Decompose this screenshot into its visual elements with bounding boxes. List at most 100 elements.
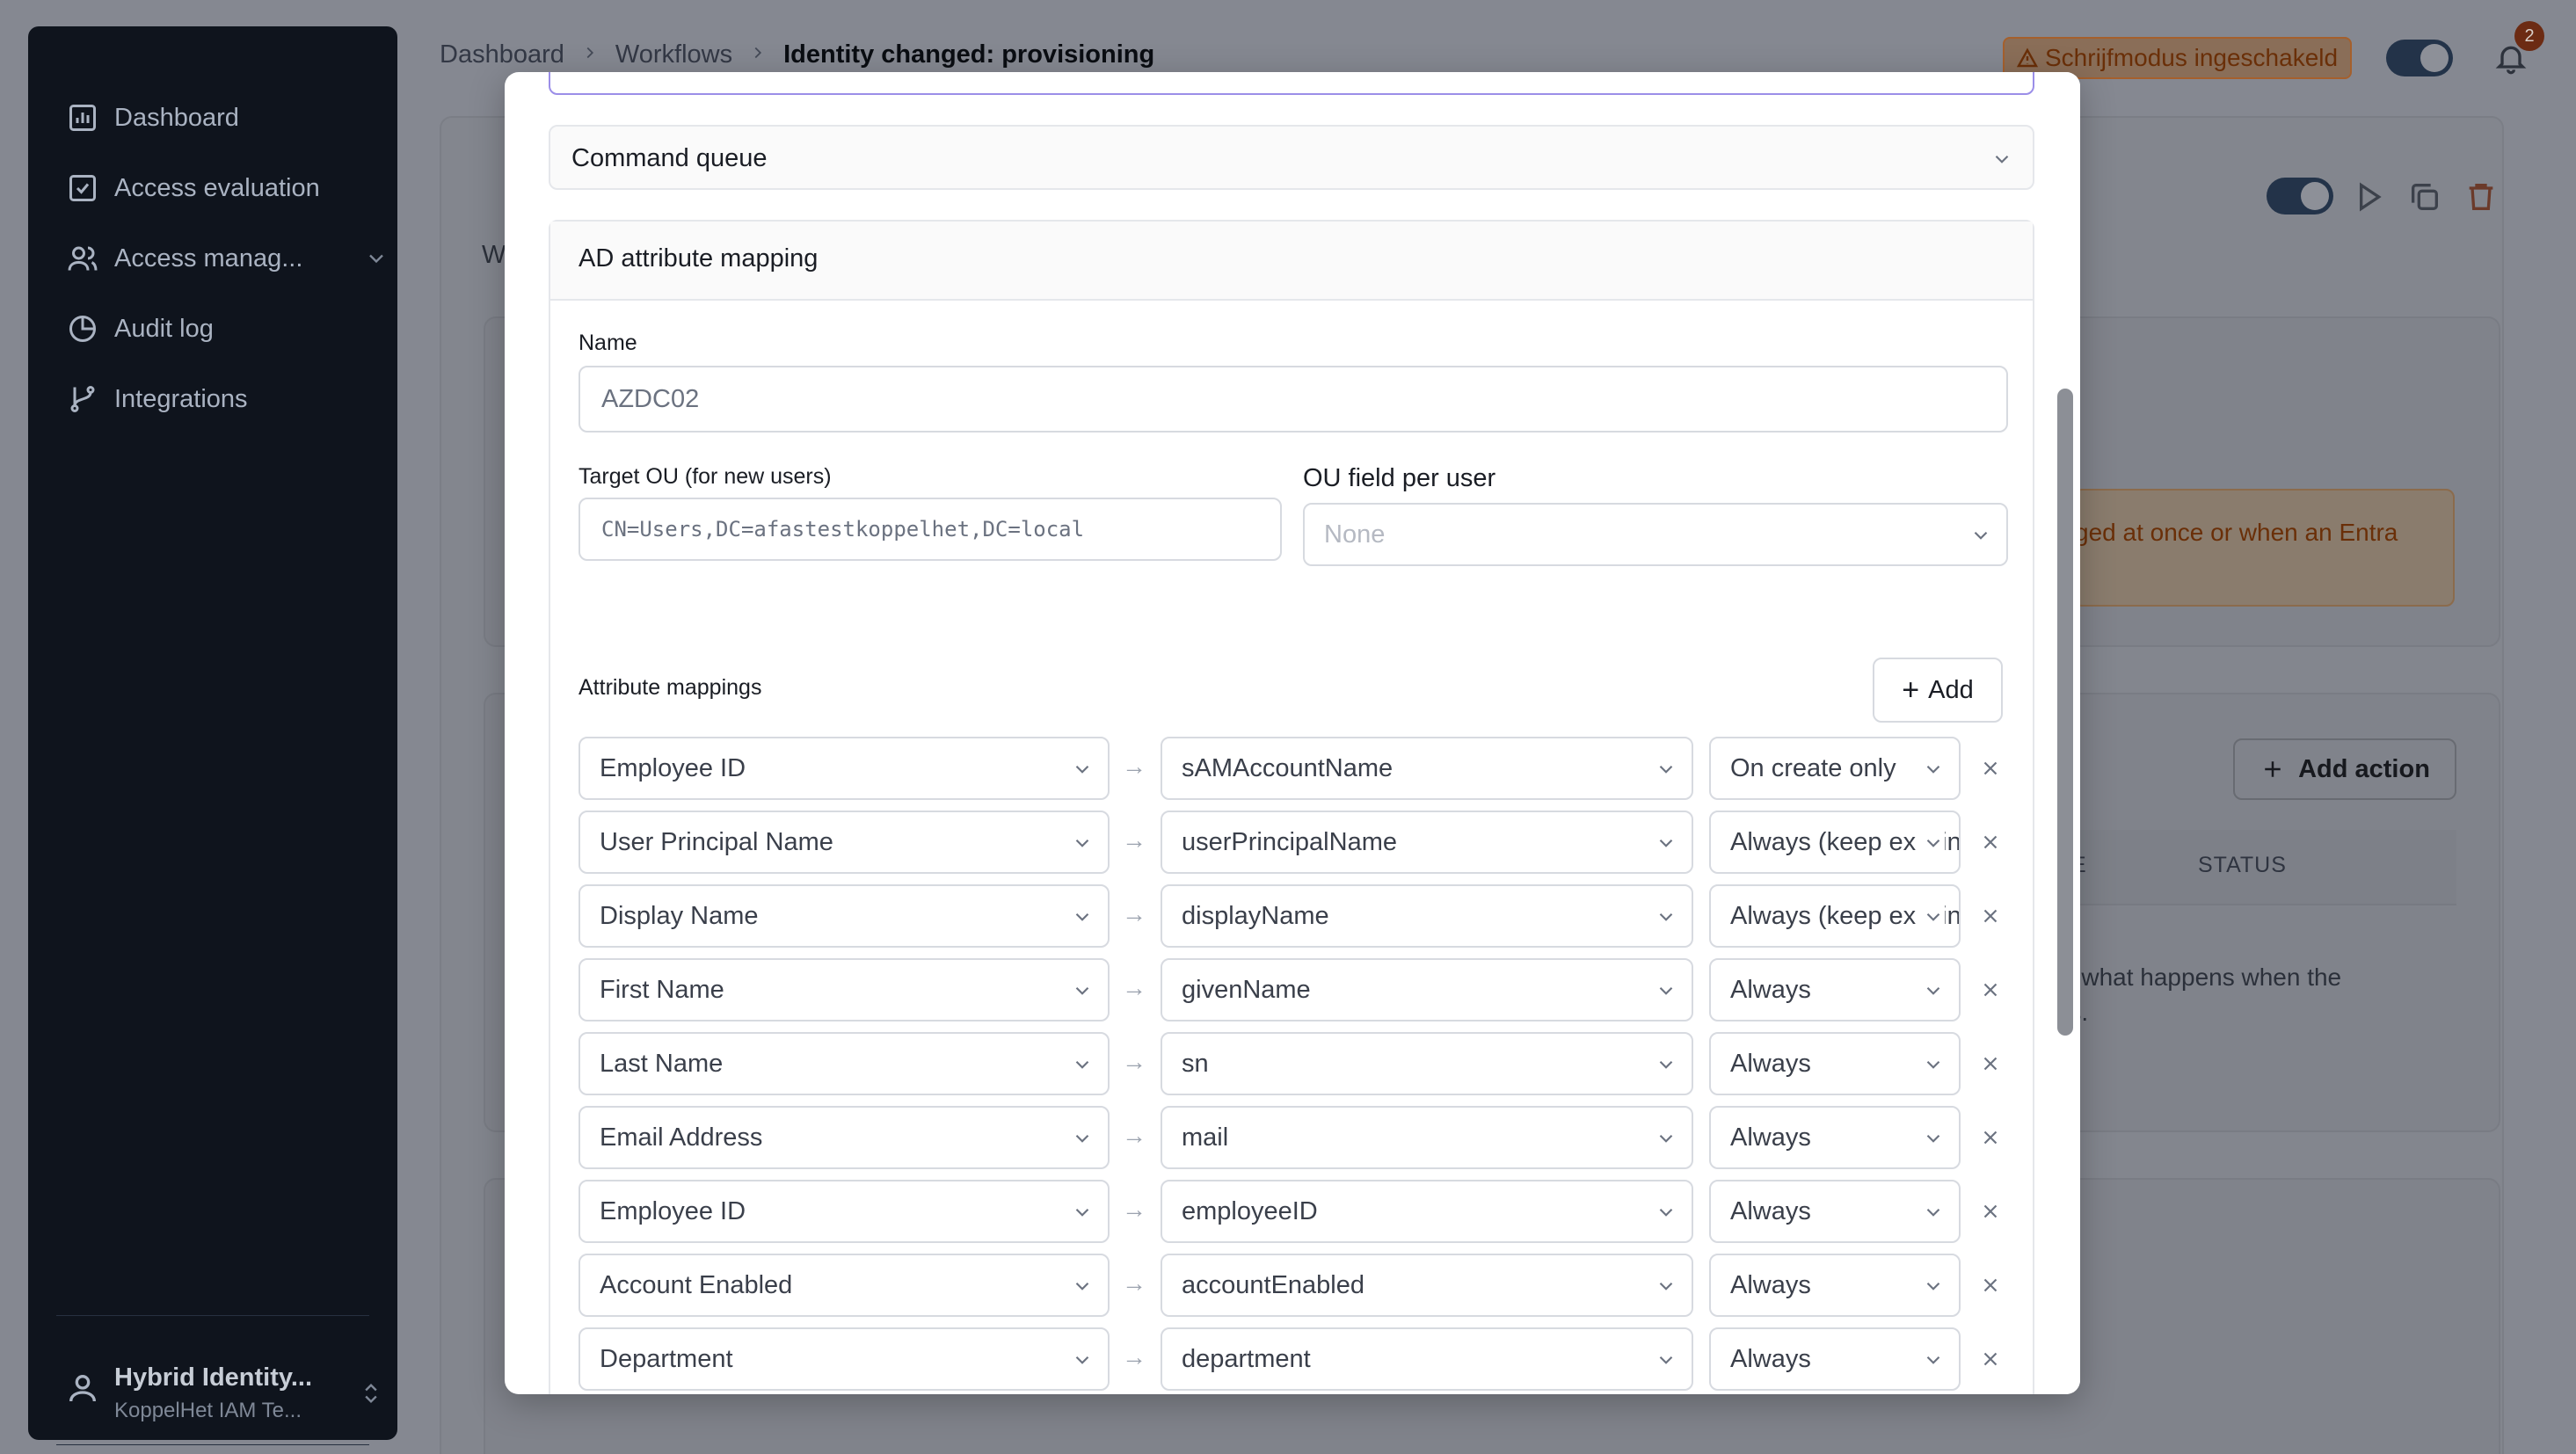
trash-icon[interactable] (2463, 179, 2499, 219)
remove-mapping-icon[interactable] (1973, 972, 2008, 1007)
chevron-down-icon (1990, 148, 2013, 175)
remove-mapping-icon[interactable] (1973, 1341, 2008, 1377)
source-field-select[interactable]: User Principal Name (579, 811, 1110, 874)
target-attribute-select[interactable]: sn (1161, 1032, 1693, 1095)
target-attribute-select[interactable]: givenName (1161, 958, 1693, 1021)
target-attribute-select[interactable]: department (1161, 1327, 1693, 1391)
chevron-down-icon (1649, 1349, 1677, 1378)
workflow-enabled-toggle[interactable] (2267, 178, 2333, 214)
source-field-select[interactable]: Department (579, 1327, 1110, 1391)
trigger-warning: ged at once or when an Entra (2073, 489, 2455, 607)
target-ou-field[interactable]: CN=Users,DC=afastestkoppelhet,DC=local (579, 498, 1282, 561)
chevron-down-icon (1649, 1053, 1677, 1083)
remove-mapping-icon[interactable] (1973, 1046, 2008, 1081)
scrollbar-thumb[interactable] (2057, 389, 2073, 1036)
remove-mapping-icon[interactable] (1973, 1268, 2008, 1303)
sync-mode-select[interactable]: Always (1709, 1327, 1961, 1391)
chevron-down-icon (1066, 832, 1094, 861)
remove-mapping-icon[interactable] (1973, 1194, 2008, 1229)
ou-field-label: OU field per user (1303, 464, 1496, 492)
name-label: Name (579, 331, 637, 355)
source-field-select[interactable]: Employee ID (579, 737, 1110, 800)
target-attribute-select[interactable]: displayName (1161, 884, 1693, 948)
chevron-down-icon (1917, 1275, 1945, 1305)
target-attribute-select[interactable]: mail (1161, 1106, 1693, 1169)
attribute-mappings-label: Attribute mappings (579, 675, 762, 700)
chevron-down-icon (1917, 905, 1945, 935)
breadcrumb-dashboard[interactable]: Dashboard (440, 40, 564, 69)
copy-icon[interactable] (2407, 179, 2442, 219)
checkbox-icon (65, 171, 100, 206)
sync-mode-select[interactable]: Always (keep existing) (1709, 811, 1961, 874)
chevron-down-icon (1066, 1275, 1094, 1305)
sidebar-item-integrations[interactable]: Integrations (65, 373, 248, 425)
sidebar-item-label: Access manag... (114, 244, 303, 273)
source-field-select[interactable]: Email Address (579, 1106, 1110, 1169)
sync-mode-select[interactable]: Always (1709, 1254, 1961, 1317)
sync-mode-select[interactable]: Always (1709, 958, 1961, 1021)
remove-mapping-icon[interactable] (1973, 898, 2008, 934)
remove-mapping-icon[interactable] (1973, 751, 2008, 786)
chevron-down-icon (1649, 1275, 1677, 1305)
chevron-down-icon (1917, 1127, 1945, 1157)
remove-mapping-icon[interactable] (1973, 825, 2008, 860)
notification-count-badge: 2 (2514, 21, 2544, 51)
target-ou-label: Target OU (for new users) (579, 464, 832, 489)
write-mode-toggle[interactable] (2386, 40, 2453, 76)
breadcrumb-workflows[interactable]: Workflows (615, 40, 732, 69)
chevron-down-icon (1649, 979, 1677, 1009)
mapping-arrow: → (1122, 1343, 1146, 1370)
chevron-down-icon (1917, 758, 1945, 788)
sync-mode-select[interactable]: Always (1709, 1180, 1961, 1243)
sidebar-item-label: Dashboard (114, 103, 239, 132)
chevron-down-icon (1066, 905, 1094, 935)
target-attribute-select[interactable]: employeeID (1161, 1180, 1693, 1243)
target-attribute-select[interactable]: accountEnabled (1161, 1254, 1693, 1317)
page-description: W (482, 241, 506, 269)
add-action-button[interactable]: Add action (2233, 738, 2456, 800)
account-switcher[interactable]: Hybrid Identity... KoppelHet IAM Te... (56, 1315, 377, 1445)
ou-field-select[interactable]: None (1303, 503, 2008, 566)
mapping-arrow: → (1122, 752, 1146, 780)
sync-mode-select[interactable]: On create only (1709, 737, 1961, 800)
name-field[interactable]: AZDC02 (579, 366, 2008, 433)
account-name: Hybrid Identity... (114, 1363, 313, 1392)
target-attribute-select[interactable]: sAMAccountName (1161, 737, 1693, 800)
chevron-down-icon (1649, 1127, 1677, 1157)
chevron-down-icon (1066, 1201, 1094, 1231)
chevron-down-icon (1649, 758, 1677, 788)
remove-mapping-icon[interactable] (1973, 1120, 2008, 1155)
source-field-select[interactable]: Employee ID (579, 1180, 1110, 1243)
mapping-arrow: → (1122, 1269, 1146, 1297)
chevron-down-icon (364, 246, 389, 278)
mapping-arrow: → (1122, 1048, 1146, 1075)
chevron-down-icon (1917, 1053, 1945, 1083)
sidebar-item-audit-log[interactable]: Audit log (65, 302, 214, 355)
mapping-arrow: → (1122, 1122, 1146, 1149)
mapping-arrow: → (1122, 1196, 1146, 1223)
command-queue-select[interactable]: Command queue (549, 125, 2034, 190)
bar-chart-icon (65, 100, 100, 135)
sidebar: Dashboard Access evaluation Access manag… (28, 26, 397, 1445)
add-mapping-button[interactable]: + Add (1873, 658, 2003, 723)
source-field-select[interactable]: First Name (579, 958, 1110, 1021)
source-field-select[interactable]: Display Name (579, 884, 1110, 948)
chevrons-up-down-icon (359, 1381, 383, 1410)
sync-mode-select[interactable]: Always (1709, 1106, 1961, 1169)
users-icon (65, 241, 100, 276)
sidebar-item-access-management[interactable]: Access manag... (65, 232, 408, 285)
sync-mode-select[interactable]: Always (keep existing) (1709, 884, 1961, 948)
source-field-select[interactable]: Last Name (579, 1032, 1110, 1095)
chevron-down-icon (1649, 905, 1677, 935)
target-attribute-select[interactable]: userPrincipalName (1161, 811, 1693, 874)
source-field-select[interactable]: Account Enabled (579, 1254, 1110, 1317)
chevron-down-icon (1917, 1349, 1945, 1378)
sidebar-item-label: Audit log (114, 314, 214, 343)
chevron-down-icon (1066, 1127, 1094, 1157)
sidebar-item-dashboard[interactable]: Dashboard (65, 91, 239, 144)
actions-empty-state: e what happens when the rs. (2061, 963, 2342, 1026)
chevron-down-icon (1066, 979, 1094, 1009)
sidebar-item-access-evaluation[interactable]: Access evaluation (65, 162, 320, 214)
sync-mode-select[interactable]: Always (1709, 1032, 1961, 1095)
play-icon[interactable] (2351, 179, 2386, 219)
